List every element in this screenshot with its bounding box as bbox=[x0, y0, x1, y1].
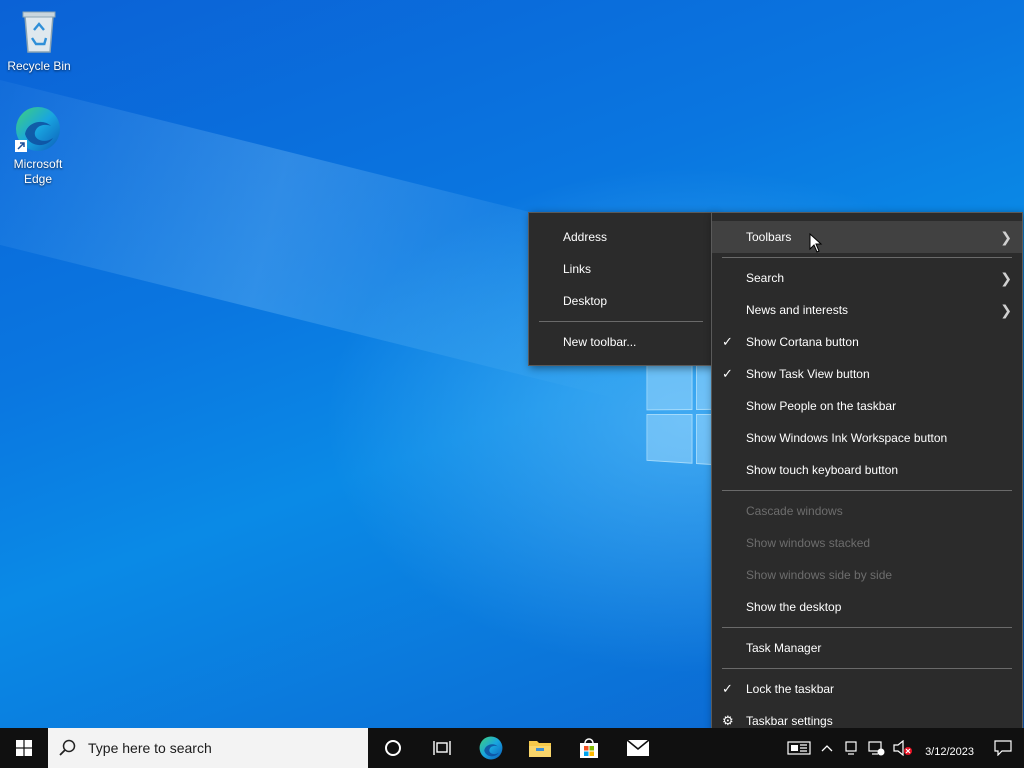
search-icon bbox=[48, 739, 88, 757]
checkmark-icon: ✓ bbox=[722, 366, 733, 381]
desktop-icon-label: Recycle Bin bbox=[7, 59, 71, 73]
menu-separator bbox=[712, 486, 1022, 495]
submenu-item-address[interactable]: Address bbox=[529, 221, 713, 253]
chevron-right-icon: ❯ bbox=[1000, 229, 1012, 245]
notification-icon bbox=[994, 740, 1012, 756]
taskbar-context-menu: Toolbars ❯ Search ❯ News and interests ❯… bbox=[711, 212, 1023, 744]
action-center-button[interactable] bbox=[982, 728, 1024, 768]
menu-item-label: Search bbox=[746, 271, 785, 285]
desktop-icon-recycle-bin[interactable]: Recycle Bin bbox=[1, 6, 77, 74]
store-icon bbox=[579, 738, 598, 758]
task-view-button[interactable] bbox=[417, 728, 466, 768]
menu-item-label: Show windows stacked bbox=[746, 536, 871, 550]
chevron-up-icon bbox=[821, 745, 833, 752]
taskbar-clock[interactable]: 3/12/2023 bbox=[917, 732, 982, 768]
system-tray: 3/12/2023 bbox=[783, 728, 1024, 768]
menu-item-toolbars[interactable]: Toolbars ❯ bbox=[712, 221, 1022, 253]
menu-item-lock-the-taskbar[interactable]: ✓ Lock the taskbar bbox=[712, 673, 1022, 705]
menu-item-show-cortana-button[interactable]: ✓ Show Cortana button bbox=[712, 326, 1022, 358]
menu-item-label: New toolbar... bbox=[563, 335, 637, 349]
edge-icon bbox=[479, 736, 502, 760]
taskbar-search-box[interactable]: Type here to search bbox=[48, 728, 368, 768]
menu-item-label: Task Manager bbox=[746, 641, 822, 655]
clock-date: 3/12/2023 bbox=[925, 746, 974, 758]
volume-muted-icon bbox=[893, 740, 913, 756]
menu-item-task-manager[interactable]: Task Manager bbox=[712, 632, 1022, 664]
submenu-item-desktop[interactable]: Desktop bbox=[529, 285, 713, 317]
menu-item-label: Address bbox=[563, 230, 608, 244]
menu-item-show-ink-workspace[interactable]: Show Windows Ink Workspace button bbox=[712, 422, 1022, 454]
menu-item-label: Show the desktop bbox=[746, 600, 842, 614]
show-hidden-icons-button[interactable] bbox=[815, 728, 839, 768]
file-explorer-button[interactable] bbox=[515, 728, 564, 768]
menu-separator bbox=[529, 317, 713, 326]
taskbar-edge-button[interactable] bbox=[466, 728, 515, 768]
chevron-right-icon: ❯ bbox=[1000, 270, 1012, 286]
menu-item-show-the-desktop[interactable]: Show the desktop bbox=[712, 591, 1022, 623]
microsoft-store-button[interactable] bbox=[564, 728, 613, 768]
network-button[interactable] bbox=[863, 728, 889, 768]
network-icon bbox=[868, 741, 885, 756]
chevron-right-icon: ❯ bbox=[1000, 302, 1012, 318]
menu-item-label: Show touch keyboard button bbox=[746, 463, 899, 477]
cortana-icon bbox=[384, 740, 401, 756]
desktop-icon-edge[interactable]: Microsoft Edge bbox=[0, 104, 76, 187]
menu-item-label: Show Windows Ink Workspace button bbox=[746, 431, 948, 445]
desktop-icon-label: Microsoft Edge bbox=[13, 157, 63, 186]
search-placeholder: Type here to search bbox=[88, 740, 212, 756]
menu-item-news-and-interests[interactable]: News and interests ❯ bbox=[712, 294, 1022, 326]
start-button[interactable] bbox=[0, 728, 48, 768]
menu-separator bbox=[712, 623, 1022, 632]
menu-item-label: Desktop bbox=[563, 294, 608, 308]
menu-item-show-people[interactable]: Show People on the taskbar bbox=[712, 390, 1022, 422]
mail-button[interactable] bbox=[613, 728, 662, 768]
menu-item-cascade-windows: Cascade windows bbox=[712, 495, 1022, 527]
mouse-pointer-icon bbox=[809, 233, 823, 253]
menu-item-label: Cascade windows bbox=[746, 504, 843, 518]
menu-item-search[interactable]: Search ❯ bbox=[712, 262, 1022, 294]
menu-item-label: Show Task View button bbox=[746, 367, 870, 381]
menu-item-label: News and interests bbox=[746, 303, 849, 317]
checkmark-icon: ✓ bbox=[722, 681, 733, 696]
menu-item-label: Taskbar settings bbox=[746, 714, 833, 728]
tablet-icon bbox=[845, 741, 857, 755]
cortana-button[interactable] bbox=[368, 728, 417, 768]
edge-icon bbox=[15, 107, 60, 152]
menu-item-label: Show Cortana button bbox=[746, 335, 859, 349]
menu-item-label: Links bbox=[563, 262, 592, 276]
menu-item-show-task-view-button[interactable]: ✓ Show Task View button bbox=[712, 358, 1022, 390]
windows-start-icon bbox=[16, 740, 32, 756]
news-widget-button[interactable] bbox=[783, 728, 815, 768]
toolbars-submenu: Address Links Desktop New toolbar... bbox=[528, 212, 714, 366]
menu-item-show-touch-keyboard[interactable]: Show touch keyboard button bbox=[712, 454, 1022, 486]
menu-item-label: Lock the taskbar bbox=[746, 682, 835, 696]
menu-separator bbox=[712, 664, 1022, 673]
menu-item-show-windows-side-by-side: Show windows side by side bbox=[712, 559, 1022, 591]
menu-item-show-windows-stacked: Show windows stacked bbox=[712, 527, 1022, 559]
submenu-item-links[interactable]: Links bbox=[529, 253, 713, 285]
task-view-icon bbox=[432, 741, 451, 755]
tablet-mode-button[interactable] bbox=[839, 728, 863, 768]
submenu-item-new-toolbar[interactable]: New toolbar... bbox=[529, 326, 713, 358]
file-explorer-icon bbox=[528, 741, 551, 757]
checkmark-icon: ✓ bbox=[722, 334, 733, 349]
menu-separator bbox=[712, 253, 1022, 262]
menu-item-label: Toolbars bbox=[746, 230, 792, 244]
menu-item-label: Show People on the taskbar bbox=[746, 399, 897, 413]
recycle-bin-icon bbox=[22, 11, 56, 53]
menu-item-label: Show windows side by side bbox=[746, 568, 893, 582]
news-widget-icon bbox=[787, 741, 811, 755]
volume-button[interactable] bbox=[889, 728, 917, 768]
mail-icon bbox=[625, 739, 650, 756]
taskbar: Type here to search 3/12/2023 bbox=[0, 728, 1024, 768]
